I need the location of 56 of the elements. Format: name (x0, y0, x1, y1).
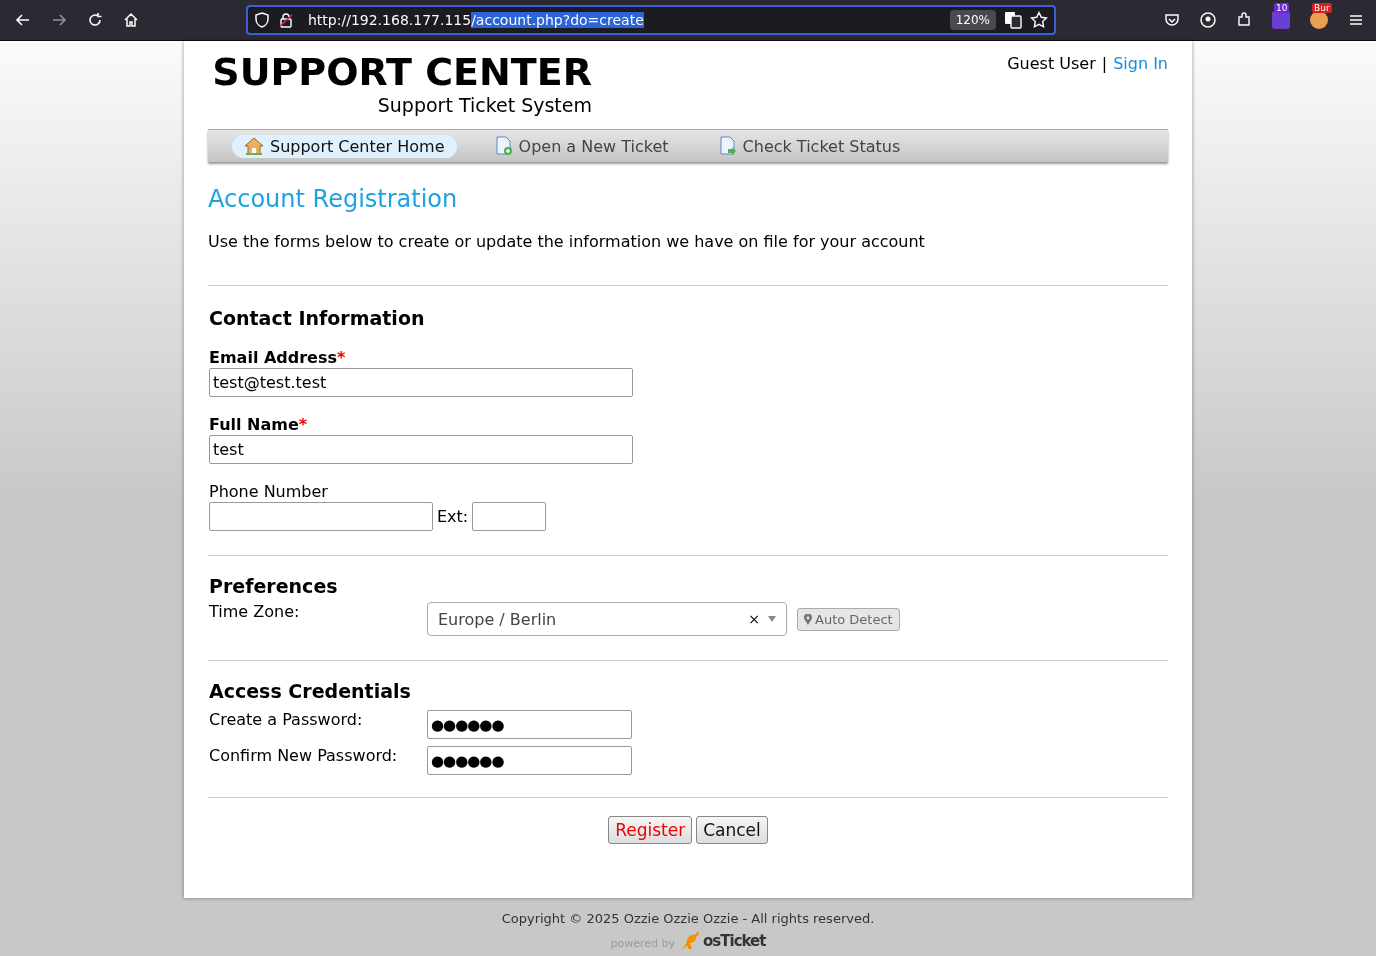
required-mark: * (298, 415, 308, 434)
separator: | (1101, 54, 1108, 75)
nav-tab[interactable]: Support Center Home (232, 134, 457, 158)
guest-user-label: Guest User (1007, 54, 1096, 75)
field-label: Create a Password: (209, 710, 364, 729)
auto-detect-button[interactable]: Auto Detect (797, 607, 900, 631)
reload-icon[interactable] (87, 12, 103, 28)
field-label: Confirm New Password: (209, 746, 399, 765)
intro-text: Use the forms below to create or update the information we have on file for your account (208, 232, 926, 251)
form-button[interactable]: Register (608, 816, 693, 844)
field-label: Time Zone: (209, 602, 301, 621)
extension-button[interactable] (1310, 11, 1328, 29)
input-field[interactable]: test (209, 435, 633, 464)
lock-icon[interactable] (278, 12, 294, 28)
page-title: Account Registration (208, 184, 459, 214)
extension-badge: 10 (1274, 3, 1290, 13)
nav-tab[interactable]: Open a New Ticket (482, 134, 681, 158)
menu-icon[interactable] (1348, 12, 1364, 28)
timezone-select[interactable]: Europe / Berlin × (427, 602, 787, 636)
section-heading: Access Credentials (209, 679, 412, 703)
house-icon (244, 137, 264, 155)
translate-icon[interactable] (1004, 11, 1022, 29)
shield-icon[interactable] (254, 12, 270, 28)
section-heading: Preferences (209, 574, 339, 598)
field-label: Email Address (209, 348, 337, 367)
section-heading: Contact Information (209, 306, 426, 330)
map-pin-icon (804, 613, 812, 625)
field-label: Phone Number (209, 482, 329, 502)
back-icon[interactable] (15, 12, 31, 28)
required-mark: * (337, 348, 346, 367)
extension-badge: Bur (1312, 3, 1332, 13)
copyright-text: Copyright © 2025 Ozzie Ozzie Ozzie - All rights reserved. (501, 911, 875, 926)
input-field[interactable]: test@test.test (209, 368, 633, 397)
sign-in-link[interactable]: Sign In (1113, 54, 1168, 129)
document-plus-icon (494, 136, 513, 156)
pocket-icon[interactable] (1164, 12, 1180, 28)
field-label: Full Name (209, 415, 299, 434)
dropdown-caret-icon[interactable] (768, 616, 776, 622)
account-icon[interactable] (1200, 12, 1216, 28)
phone-input[interactable] (209, 502, 433, 531)
brand-logo-text: osTicket (703, 932, 766, 950)
forward-icon[interactable] (51, 12, 67, 28)
nav-tab[interactable]: Check Ticket Status (706, 134, 913, 158)
ext-label: Ext: (437, 507, 469, 526)
logo-subtitle: Support Ticket System (377, 94, 592, 116)
form-button[interactable]: Cancel (696, 816, 768, 844)
document-arrow-icon (718, 136, 737, 156)
extensions-icon[interactable] (1236, 12, 1252, 28)
home-icon[interactable] (123, 12, 139, 28)
zoom-badge[interactable]: 120% (949, 10, 996, 30)
password-field[interactable]: ●●●●●● (427, 710, 632, 739)
ext-input[interactable] (472, 502, 547, 531)
bookmark-star-icon[interactable] (1030, 11, 1048, 29)
clear-button[interactable]: × (748, 611, 760, 627)
logo-title: SUPPORT CENTER (212, 50, 592, 94)
password-field[interactable]: ●●●●●● (427, 746, 632, 775)
